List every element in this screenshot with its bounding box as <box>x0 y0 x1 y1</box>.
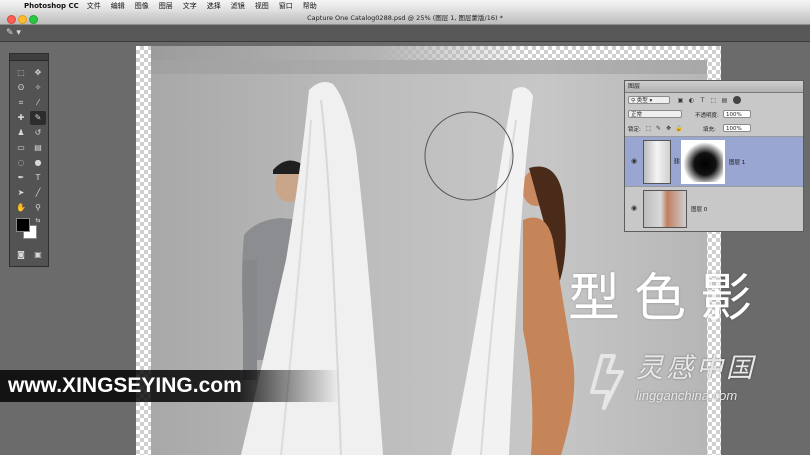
site-url: www.XINGSEYING.com <box>8 374 242 397</box>
layer-filter-row: ⚲ 类型 ▾ ▣ ◐ T ⬚ ▤ <box>625 94 803 106</box>
blend-opacity-row: 正常 不透明度: 100% <box>625 108 803 120</box>
menu-type[interactable]: 文字 <box>183 0 197 12</box>
smart-object-filter-icon[interactable]: ▤ <box>721 97 728 104</box>
gradient-tool-icon[interactable]: ▤ <box>30 141 46 155</box>
visibility-eye-icon[interactable]: ◉ <box>629 157 639 165</box>
path-selection-tool-icon[interactable]: ➤ <box>13 186 29 200</box>
layer-filter-dropdown[interactable]: ⚲ 类型 ▾ <box>628 96 670 104</box>
type-filter-icon[interactable]: T <box>699 97 706 104</box>
pixel-filter-icon[interactable]: ▣ <box>677 97 684 104</box>
menu-image[interactable]: 图像 <box>135 0 149 12</box>
lingganchina-logo-icon <box>590 354 624 410</box>
shape-filter-icon[interactable]: ⬚ <box>710 97 717 104</box>
lock-image-icon[interactable]: ✎ <box>655 125 662 132</box>
pen-tool-icon[interactable]: ✒ <box>13 171 29 185</box>
options-bar: ✎ ▾ <box>0 25 810 42</box>
fill-label: 填充: <box>703 127 716 133</box>
tools-panel-grip[interactable] <box>10 54 48 61</box>
quick-mask-icon[interactable]: ◙ <box>13 248 29 262</box>
history-brush-tool-icon[interactable]: ↺ <box>30 126 46 140</box>
lasso-tool-icon[interactable]: ʘ <box>13 81 29 95</box>
menu-help[interactable]: 帮助 <box>303 0 317 12</box>
lingganchina-logo-text: 灵感中国 <box>636 353 756 384</box>
lock-all-icon[interactable]: 🔒 <box>675 125 682 132</box>
hand-tool-icon[interactable]: ✋ <box>13 201 29 215</box>
type-tool-icon[interactable]: T <box>30 171 46 185</box>
minimize-window-button[interactable] <box>18 14 27 24</box>
layers-panel: 图层 ⚲ 类型 ▾ ▣ ◐ T ⬚ ▤ 正常 不透明度: 100% 锁定: ⬚ … <box>624 80 804 232</box>
lock-fill-row: 锁定: ⬚ ✎ ✥ 🔒 填充: 100% <box>625 122 803 134</box>
brand-title: 型色影 <box>568 269 767 329</box>
layer-1-thumbnail[interactable] <box>643 140 671 184</box>
healing-brush-tool-icon[interactable]: ✚ <box>13 111 29 125</box>
layers-tab[interactable]: 图层 <box>625 81 803 93</box>
canvas-top-strip <box>151 46 531 60</box>
blur-tool-icon[interactable]: ◌ <box>13 156 29 170</box>
blend-mode-dropdown[interactable]: 正常 <box>628 110 682 118</box>
eyedropper-tool-icon[interactable]: ⁄ <box>30 96 46 110</box>
layer-row-layer-0[interactable]: ◉ 图层 0 <box>625 186 803 231</box>
rectangular-marquee-tool-icon[interactable]: ⬚ <box>13 66 29 80</box>
move-tool-icon[interactable]: ✥ <box>30 66 46 80</box>
layer-0-name[interactable]: 图层 0 <box>691 205 707 213</box>
crop-tool-icon[interactable]: ⌗ <box>13 96 29 110</box>
document-title: Capture One Catalog0288.psd @ 25% (图层 1,… <box>307 14 503 22</box>
visibility-eye-icon[interactable]: ◉ <box>629 204 639 212</box>
document-title-bar: Capture One Catalog0288.psd @ 25% (图层 1,… <box>0 12 810 25</box>
menu-file[interactable]: 文件 <box>87 0 101 12</box>
fill-field[interactable]: 100% <box>723 124 751 132</box>
layer-1-mask-thumbnail[interactable] <box>681 140 725 184</box>
menu-select[interactable]: 选择 <box>207 0 221 12</box>
clone-stamp-tool-icon[interactable]: ♟ <box>13 126 29 140</box>
close-window-button[interactable] <box>7 14 16 24</box>
screen-mode-icon[interactable]: ▣ <box>30 248 46 262</box>
opacity-value: 100% <box>726 112 742 118</box>
tools-panel: ⬚ ✥ ʘ ✧ ⌗ ⁄ ✚ ✎ ♟ ↺ ▭ ▤ ◌ ● ✒ T ➤ ╱ ✋ ⚲ … <box>9 53 49 267</box>
menu-filter[interactable]: 滤镜 <box>231 0 245 12</box>
menu-view[interactable]: 视图 <box>255 0 269 12</box>
swap-colors-icon[interactable]: ⇆ <box>30 214 46 228</box>
site-banner: www.XINGSEYING.com <box>0 370 340 402</box>
menu-window[interactable]: 窗口 <box>279 0 293 12</box>
layer-row-layer-1[interactable]: ◉ ⛓ 图层 1 <box>625 136 803 187</box>
menu-edit[interactable]: 编辑 <box>111 0 125 12</box>
brush-preset-icon[interactable]: ✎ ▾ <box>6 27 24 39</box>
opacity-field[interactable]: 100% <box>723 110 751 118</box>
blend-mode-value: 正常 <box>631 112 643 118</box>
opacity-label: 不透明度: <box>695 113 719 119</box>
zoom-tool-icon[interactable]: ⚲ <box>30 201 46 215</box>
lock-transparent-icon[interactable]: ⬚ <box>645 125 652 132</box>
link-chain-icon[interactable]: ⛓ <box>673 158 681 165</box>
app-menu[interactable]: Photoshop CC <box>24 0 79 12</box>
fill-value: 100% <box>726 126 742 132</box>
magic-wand-tool-icon[interactable]: ✧ <box>30 81 46 95</box>
foreground-color-swatch[interactable] <box>16 218 30 232</box>
filter-toggle-icon[interactable] <box>733 96 741 104</box>
brush-tool-icon[interactable]: ✎ <box>30 111 46 125</box>
search-icon: ⚲ <box>631 98 636 104</box>
dodge-tool-icon[interactable]: ● <box>30 156 46 170</box>
lock-position-icon[interactable]: ✥ <box>665 125 672 132</box>
lock-label: 锁定: <box>628 127 641 133</box>
layer-1-name[interactable]: 图层 1 <box>729 158 745 166</box>
menu-layer[interactable]: 图层 <box>159 0 173 12</box>
filter-kind-value: 类型 <box>636 98 648 104</box>
eraser-tool-icon[interactable]: ▭ <box>13 141 29 155</box>
line-tool-icon[interactable]: ╱ <box>30 186 46 200</box>
lingganchina-url: lingganchina.com <box>636 388 738 403</box>
zoom-window-button[interactable] <box>29 14 38 24</box>
adjustment-filter-icon[interactable]: ◐ <box>688 97 695 104</box>
layer-0-thumbnail[interactable] <box>643 190 687 228</box>
